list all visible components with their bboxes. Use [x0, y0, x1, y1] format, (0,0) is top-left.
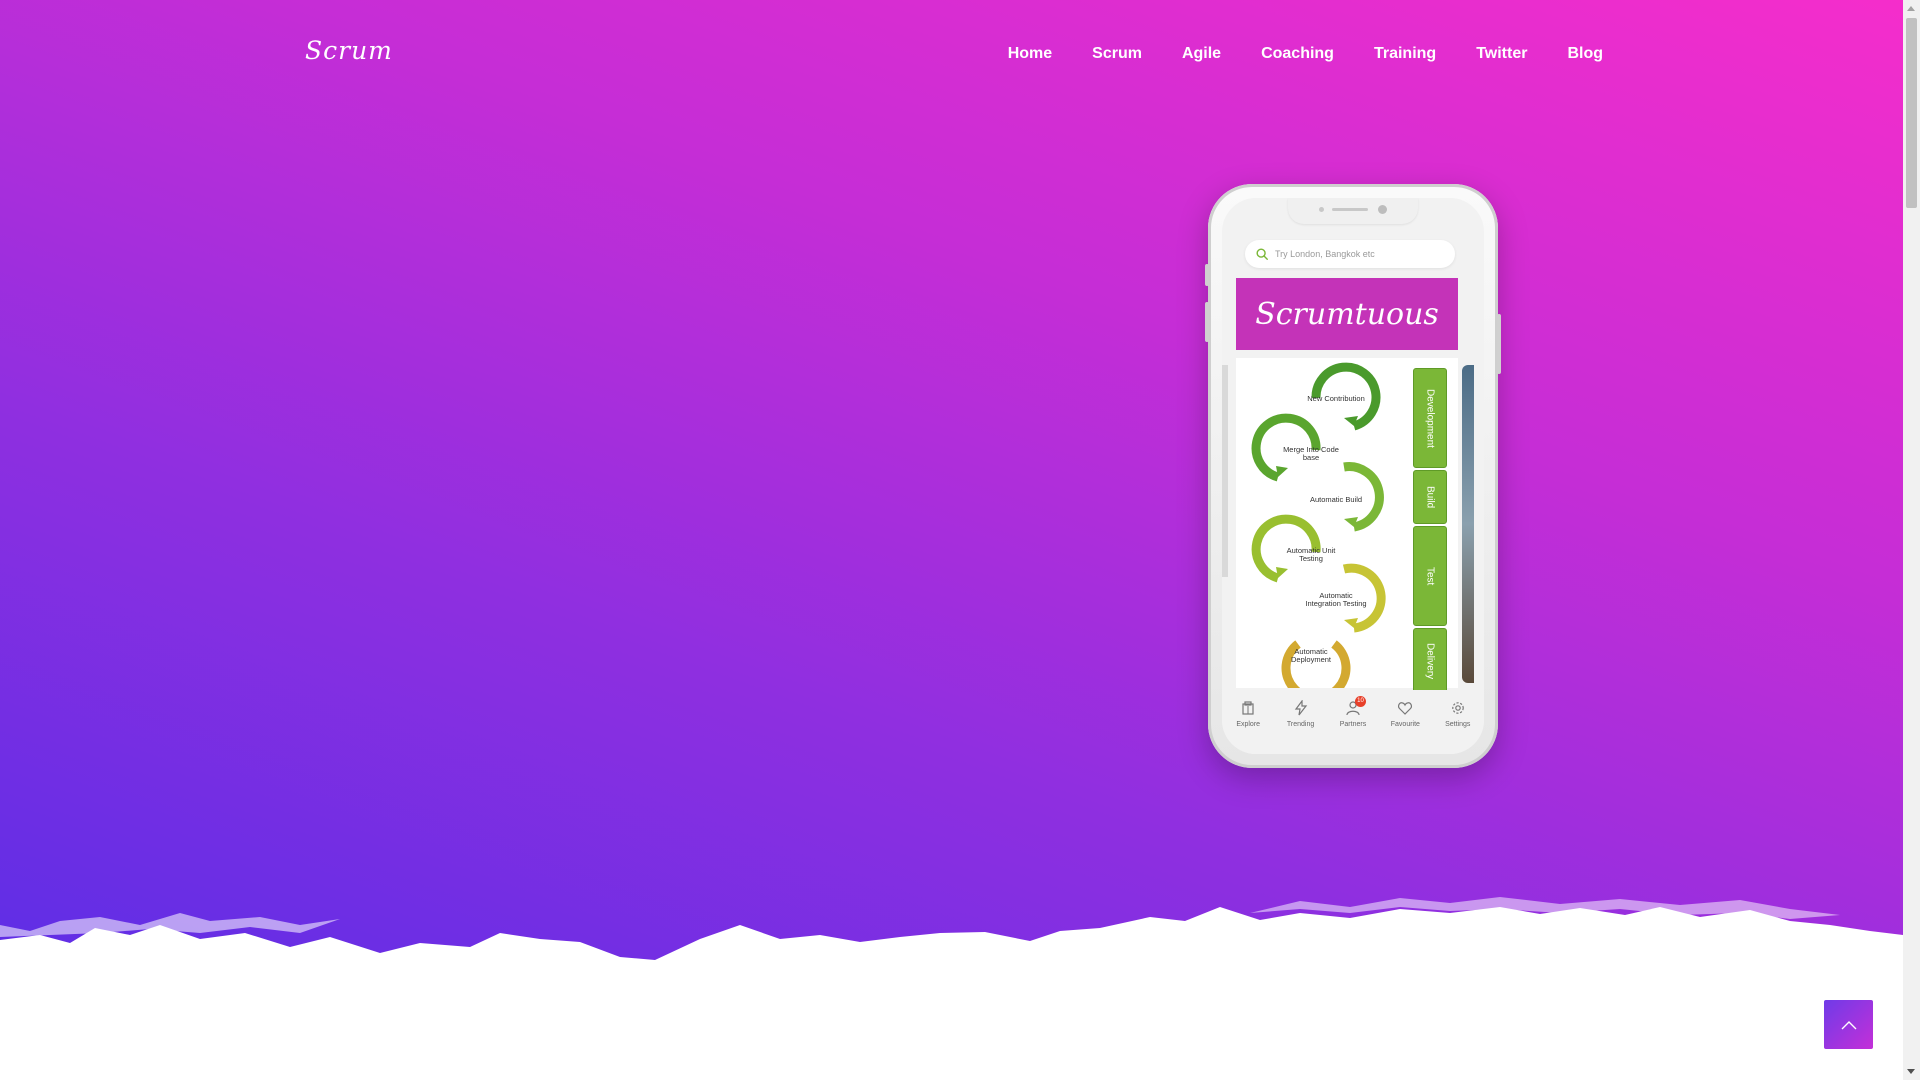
- back-to-top-button[interactable]: [1824, 1000, 1873, 1049]
- cycle-step-label: New Contribution: [1307, 394, 1365, 403]
- nav-training[interactable]: Training: [1374, 45, 1436, 63]
- main-nav: Home Scrum Agile Coaching Training Twitt…: [1008, 45, 1603, 63]
- search-icon: [1256, 248, 1268, 260]
- cycle-step-label: Automatic Integration Testing: [1305, 591, 1367, 608]
- stage-delivery: Delivery: [1413, 628, 1447, 694]
- phone-side-button: [1205, 302, 1209, 342]
- search-input[interactable]: Try London, Bangkok etc: [1245, 240, 1455, 268]
- phone-tab-bar: Explore Trending 10 Partners Favourite S…: [1222, 690, 1484, 754]
- nav-agile[interactable]: Agile: [1182, 45, 1221, 63]
- nav-blog[interactable]: Blog: [1567, 45, 1603, 63]
- phone-mockup: Try London, Bangkok etc Scrumtuous New C…: [1205, 184, 1501, 768]
- building-icon: [1242, 701, 1254, 715]
- nav-twitter[interactable]: Twitter: [1476, 45, 1527, 63]
- ci-cd-diagram[interactable]: New Contribution Merge Into Code base Au…: [1236, 358, 1458, 694]
- stage-build: Build: [1413, 470, 1447, 524]
- tab-partners[interactable]: 10 Partners: [1329, 696, 1377, 728]
- hero-section: [0, 0, 1903, 1000]
- gear-icon: [1451, 702, 1464, 714]
- tab-favourite[interactable]: Favourite: [1381, 700, 1429, 728]
- camera-dot: [1378, 205, 1387, 214]
- banner: Scrumtuous: [1236, 278, 1458, 350]
- sensor-dot: [1319, 207, 1324, 212]
- scroll-up-arrow-icon[interactable]: [1907, 6, 1915, 11]
- tab-settings[interactable]: Settings: [1434, 700, 1482, 728]
- phone-notch: [1288, 198, 1418, 224]
- speaker-grill: [1332, 208, 1368, 211]
- phone-screen: Try London, Bangkok etc Scrumtuous New C…: [1222, 198, 1484, 754]
- cycle-step-label: Automatic Unit Testing: [1286, 546, 1336, 563]
- brush-divider: [0, 897, 1903, 1080]
- stage-test: Test: [1413, 526, 1447, 626]
- banner-title: Scrumtuous: [1255, 296, 1439, 332]
- chevron-up-icon: [1841, 1020, 1856, 1029]
- phone-side-button: [1205, 264, 1209, 286]
- site-logo[interactable]: Scrum: [305, 36, 393, 65]
- tab-explore[interactable]: Explore: [1224, 700, 1272, 728]
- card-peek-left: [1222, 365, 1228, 577]
- page-scrollbar[interactable]: [1903, 0, 1920, 1080]
- cycle-step-label: Merge Into Code base: [1283, 445, 1339, 462]
- tab-trending[interactable]: Trending: [1277, 700, 1325, 728]
- cycle-step-label: Automatic Deployment: [1290, 647, 1332, 664]
- card-peek-right: [1462, 365, 1474, 683]
- cycle-step-label: Automatic Build: [1309, 495, 1363, 504]
- scrollbar-thumb[interactable]: [1906, 18, 1917, 208]
- phone-side-button: [1497, 314, 1501, 374]
- stage-development: Development: [1413, 368, 1447, 468]
- partners-badge: 10: [1354, 696, 1366, 707]
- scroll-down-arrow-icon[interactable]: [1907, 1069, 1915, 1074]
- lightning-icon: [1294, 700, 1307, 716]
- nav-home[interactable]: Home: [1008, 45, 1052, 63]
- search-placeholder: Try London, Bangkok etc: [1275, 249, 1375, 259]
- heart-icon: [1398, 702, 1413, 715]
- nav-scrum[interactable]: Scrum: [1092, 45, 1142, 63]
- nav-coaching[interactable]: Coaching: [1261, 45, 1334, 63]
